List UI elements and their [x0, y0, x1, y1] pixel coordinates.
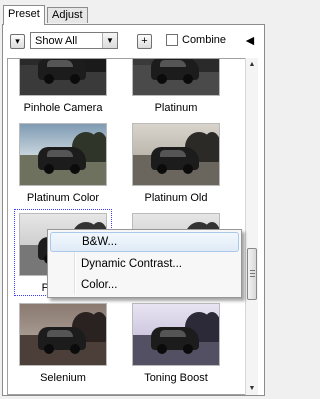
preset-thumbnail[interactable]: Platinum Old: [124, 123, 228, 213]
context-item-dynamic-contrast[interactable]: Dynamic Contrast...: [50, 254, 239, 274]
preset-label: Platinum: [154, 102, 198, 114]
preset-label: Selenium: [40, 372, 86, 384]
scroll-down-icon[interactable]: ▼: [246, 382, 258, 395]
scrollbar-thumb[interactable]: [247, 248, 257, 300]
tab-strip: Adjust Preset: [3, 5, 264, 25]
preset-toolbar: ▾ Show All ▼ + Combine ◄: [3, 25, 264, 57]
preset-menu-button[interactable]: ▾: [10, 34, 25, 49]
preset-label: Platinum Old: [144, 192, 208, 204]
preset-preview-image: [132, 59, 220, 96]
gallery-scrollbar[interactable]: ▲ ▼: [245, 58, 258, 395]
combine-label: Combine: [182, 34, 227, 46]
preset-preview-image: [19, 123, 107, 186]
back-arrow-icon[interactable]: ◄: [243, 31, 257, 49]
scroll-up-icon[interactable]: ▲: [246, 58, 258, 71]
preset-preview-image: [132, 303, 220, 366]
preset-thumbnail[interactable]: Platinum: [124, 59, 228, 123]
tab-preset[interactable]: Preset: [3, 5, 45, 25]
context-item-color[interactable]: Color...: [50, 275, 239, 295]
context-menu: B&W... Dynamic Contrast... Color...: [47, 229, 242, 298]
preset-preview-image: [132, 123, 220, 186]
preset-label: Pinhole Camera: [23, 102, 103, 114]
preset-preview-image: [19, 303, 107, 366]
preset-thumbnail[interactable]: Selenium: [11, 303, 115, 393]
add-preset-button[interactable]: +: [137, 34, 152, 49]
preset-thumbnail[interactable]: Platinum Color: [11, 123, 115, 213]
context-item-bw[interactable]: B&W...: [50, 232, 239, 252]
preset-thumbnail[interactable]: Toning Boost: [124, 303, 228, 393]
preset-panel: ▾ Show All ▼ + Combine ◄ Pinhole Camera P…: [2, 24, 265, 396]
preset-gallery: Pinhole Camera Platinum Platinum Color Plat…: [7, 58, 247, 395]
preset-preview-image: [19, 59, 107, 96]
chevron-down-icon: ▼: [102, 33, 117, 48]
preset-thumbnail[interactable]: Pinhole Camera: [11, 59, 115, 123]
combine-checkbox[interactable]: [166, 34, 178, 46]
tab-adjust[interactable]: Adjust: [47, 7, 88, 23]
preset-label: Platinum Color: [26, 192, 100, 204]
filter-select-value: Show All: [35, 35, 78, 47]
preset-label: Toning Boost: [144, 372, 208, 384]
filter-select[interactable]: Show All ▼: [30, 32, 118, 49]
